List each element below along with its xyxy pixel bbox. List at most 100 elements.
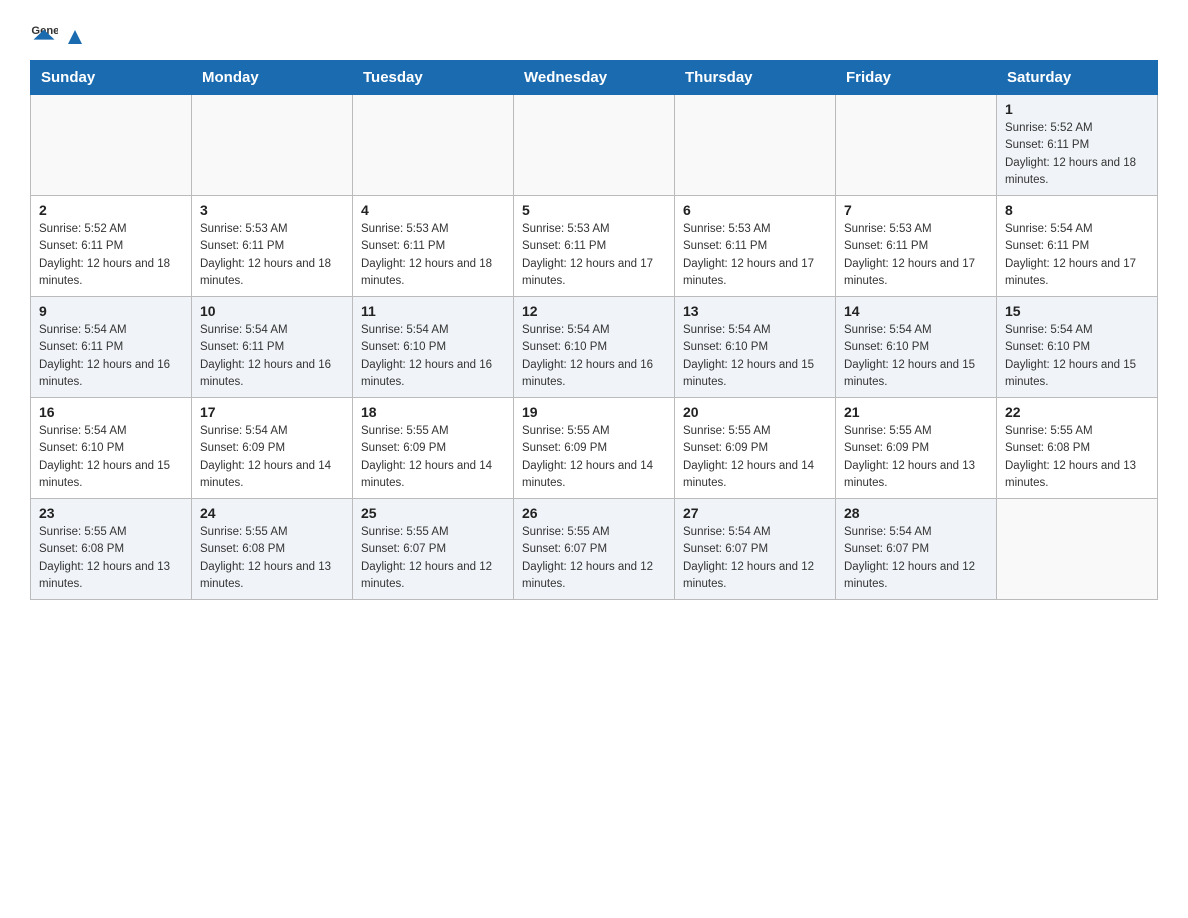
day-info: Sunrise: 5:53 AMSunset: 6:11 PMDaylight:… xyxy=(200,221,344,290)
day-info: Sunrise: 5:54 AMSunset: 6:07 PMDaylight:… xyxy=(844,524,988,593)
page-header: General xyxy=(30,20,1158,48)
calendar-row-4: 16 Sunrise: 5:54 AMSunset: 6:10 PMDayligh… xyxy=(31,398,1158,499)
day-number: 8 xyxy=(1005,202,1149,218)
day-number: 3 xyxy=(200,202,344,218)
day-number: 10 xyxy=(200,303,344,319)
day-info: Sunrise: 5:55 AMSunset: 6:08 PMDaylight:… xyxy=(1005,423,1149,492)
day-info: Sunrise: 5:55 AMSunset: 6:09 PMDaylight:… xyxy=(844,423,988,492)
day-number: 5 xyxy=(522,202,666,218)
day-number: 13 xyxy=(683,303,827,319)
day-number: 24 xyxy=(200,505,344,521)
day-info: Sunrise: 5:53 AMSunset: 6:11 PMDaylight:… xyxy=(683,221,827,290)
day-number: 22 xyxy=(1005,404,1149,420)
calendar-row-2: 2 Sunrise: 5:52 AMSunset: 6:11 PMDaylight… xyxy=(31,196,1158,297)
calendar-cell: 3 Sunrise: 5:53 AMSunset: 6:11 PMDaylight… xyxy=(192,196,353,297)
day-number: 4 xyxy=(361,202,505,218)
day-number: 7 xyxy=(844,202,988,218)
calendar-cell xyxy=(997,499,1158,600)
calendar-cell: 7 Sunrise: 5:53 AMSunset: 6:11 PMDaylight… xyxy=(836,196,997,297)
weekday-header-tuesday: Tuesday xyxy=(353,61,514,95)
weekday-header-saturday: Saturday xyxy=(997,61,1158,95)
day-number: 2 xyxy=(39,202,183,218)
day-info: Sunrise: 5:55 AMSunset: 6:08 PMDaylight:… xyxy=(39,524,183,593)
calendar-cell xyxy=(514,95,675,196)
day-info: Sunrise: 5:54 AMSunset: 6:10 PMDaylight:… xyxy=(1005,322,1149,391)
day-number: 25 xyxy=(361,505,505,521)
day-info: Sunrise: 5:54 AMSunset: 6:11 PMDaylight:… xyxy=(39,322,183,391)
day-number: 17 xyxy=(200,404,344,420)
day-info: Sunrise: 5:54 AMSunset: 6:10 PMDaylight:… xyxy=(844,322,988,391)
calendar-cell xyxy=(31,95,192,196)
day-info: Sunrise: 5:52 AMSunset: 6:11 PMDaylight:… xyxy=(1005,120,1149,189)
day-info: Sunrise: 5:55 AMSunset: 6:09 PMDaylight:… xyxy=(361,423,505,492)
calendar-cell: 8 Sunrise: 5:54 AMSunset: 6:11 PMDaylight… xyxy=(997,196,1158,297)
calendar-cell: 9 Sunrise: 5:54 AMSunset: 6:11 PMDaylight… xyxy=(31,297,192,398)
calendar-cell: 11 Sunrise: 5:54 AMSunset: 6:10 PMDayligh… xyxy=(353,297,514,398)
day-info: Sunrise: 5:53 AMSunset: 6:11 PMDaylight:… xyxy=(361,221,505,290)
day-info: Sunrise: 5:54 AMSunset: 6:09 PMDaylight:… xyxy=(200,423,344,492)
calendar-cell: 13 Sunrise: 5:54 AMSunset: 6:10 PMDayligh… xyxy=(675,297,836,398)
weekday-header-wednesday: Wednesday xyxy=(514,61,675,95)
calendar-cell: 17 Sunrise: 5:54 AMSunset: 6:09 PMDayligh… xyxy=(192,398,353,499)
calendar-cell: 22 Sunrise: 5:55 AMSunset: 6:08 PMDayligh… xyxy=(997,398,1158,499)
day-info: Sunrise: 5:54 AMSunset: 6:11 PMDaylight:… xyxy=(200,322,344,391)
day-info: Sunrise: 5:54 AMSunset: 6:10 PMDaylight:… xyxy=(39,423,183,492)
weekday-header-monday: Monday xyxy=(192,61,353,95)
day-info: Sunrise: 5:55 AMSunset: 6:07 PMDaylight:… xyxy=(522,524,666,593)
calendar-cell xyxy=(192,95,353,196)
calendar-cell xyxy=(353,95,514,196)
calendar-cell: 1 Sunrise: 5:52 AMSunset: 6:11 PMDaylight… xyxy=(997,95,1158,196)
day-number: 18 xyxy=(361,404,505,420)
day-number: 26 xyxy=(522,505,666,521)
day-info: Sunrise: 5:55 AMSunset: 6:08 PMDaylight:… xyxy=(200,524,344,593)
calendar-row-5: 23 Sunrise: 5:55 AMSunset: 6:08 PMDayligh… xyxy=(31,499,1158,600)
calendar-row-3: 9 Sunrise: 5:54 AMSunset: 6:11 PMDaylight… xyxy=(31,297,1158,398)
day-number: 12 xyxy=(522,303,666,319)
day-number: 21 xyxy=(844,404,988,420)
day-info: Sunrise: 5:55 AMSunset: 6:07 PMDaylight:… xyxy=(361,524,505,593)
weekday-header-thursday: Thursday xyxy=(675,61,836,95)
weekday-header-sunday: Sunday xyxy=(31,61,192,95)
day-number: 1 xyxy=(1005,101,1149,117)
day-number: 14 xyxy=(844,303,988,319)
calendar-row-1: 1 Sunrise: 5:52 AMSunset: 6:11 PMDaylight… xyxy=(31,95,1158,196)
logo-triangle-icon xyxy=(64,26,86,48)
day-number: 9 xyxy=(39,303,183,319)
day-info: Sunrise: 5:55 AMSunset: 6:09 PMDaylight:… xyxy=(683,423,827,492)
day-info: Sunrise: 5:54 AMSunset: 6:10 PMDaylight:… xyxy=(683,322,827,391)
calendar-table: SundayMondayTuesdayWednesdayThursdayFrid… xyxy=(30,60,1158,600)
calendar-cell: 15 Sunrise: 5:54 AMSunset: 6:10 PMDayligh… xyxy=(997,297,1158,398)
calendar-cell: 2 Sunrise: 5:52 AMSunset: 6:11 PMDaylight… xyxy=(31,196,192,297)
calendar-cell xyxy=(836,95,997,196)
calendar-cell: 18 Sunrise: 5:55 AMSunset: 6:09 PMDayligh… xyxy=(353,398,514,499)
logo: General xyxy=(30,20,88,48)
day-number: 16 xyxy=(39,404,183,420)
calendar-cell: 24 Sunrise: 5:55 AMSunset: 6:08 PMDayligh… xyxy=(192,499,353,600)
calendar-cell: 27 Sunrise: 5:54 AMSunset: 6:07 PMDayligh… xyxy=(675,499,836,600)
day-info: Sunrise: 5:53 AMSunset: 6:11 PMDaylight:… xyxy=(844,221,988,290)
day-info: Sunrise: 5:54 AMSunset: 6:11 PMDaylight:… xyxy=(1005,221,1149,290)
calendar-cell: 14 Sunrise: 5:54 AMSunset: 6:10 PMDayligh… xyxy=(836,297,997,398)
calendar-cell: 4 Sunrise: 5:53 AMSunset: 6:11 PMDaylight… xyxy=(353,196,514,297)
day-number: 23 xyxy=(39,505,183,521)
calendar-cell: 10 Sunrise: 5:54 AMSunset: 6:11 PMDayligh… xyxy=(192,297,353,398)
day-info: Sunrise: 5:54 AMSunset: 6:10 PMDaylight:… xyxy=(522,322,666,391)
calendar-cell: 28 Sunrise: 5:54 AMSunset: 6:07 PMDayligh… xyxy=(836,499,997,600)
day-info: Sunrise: 5:53 AMSunset: 6:11 PMDaylight:… xyxy=(522,221,666,290)
day-info: Sunrise: 5:54 AMSunset: 6:10 PMDaylight:… xyxy=(361,322,505,391)
day-number: 28 xyxy=(844,505,988,521)
calendar-header-row: SundayMondayTuesdayWednesdayThursdayFrid… xyxy=(31,61,1158,95)
day-number: 20 xyxy=(683,404,827,420)
day-info: Sunrise: 5:52 AMSunset: 6:11 PMDaylight:… xyxy=(39,221,183,290)
day-number: 6 xyxy=(683,202,827,218)
calendar-cell: 21 Sunrise: 5:55 AMSunset: 6:09 PMDayligh… xyxy=(836,398,997,499)
day-number: 15 xyxy=(1005,303,1149,319)
day-number: 11 xyxy=(361,303,505,319)
calendar-cell: 25 Sunrise: 5:55 AMSunset: 6:07 PMDayligh… xyxy=(353,499,514,600)
logo-icon: General xyxy=(30,20,58,48)
day-info: Sunrise: 5:54 AMSunset: 6:07 PMDaylight:… xyxy=(683,524,827,593)
calendar-cell: 20 Sunrise: 5:55 AMSunset: 6:09 PMDayligh… xyxy=(675,398,836,499)
day-number: 27 xyxy=(683,505,827,521)
calendar-cell: 23 Sunrise: 5:55 AMSunset: 6:08 PMDayligh… xyxy=(31,499,192,600)
calendar-cell: 16 Sunrise: 5:54 AMSunset: 6:10 PMDayligh… xyxy=(31,398,192,499)
